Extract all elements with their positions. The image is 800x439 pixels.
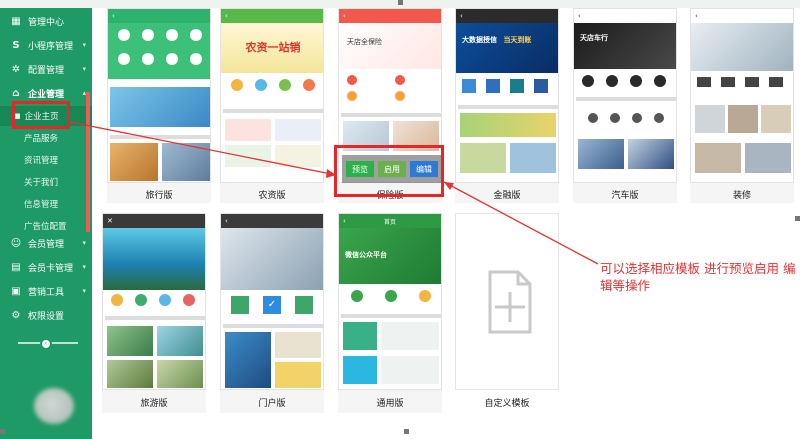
arrow-head-icon <box>326 169 336 178</box>
selection-handle <box>795 216 800 221</box>
selection-handle <box>0 429 5 434</box>
annotation-text: 可以选择相应模板 进行预览启用 编辑等操作 <box>600 261 796 293</box>
arrow-line <box>443 181 599 265</box>
annotation-arrows <box>69 121 599 265</box>
arrow-line <box>69 121 337 176</box>
selection-handle <box>404 429 409 434</box>
selection-handle <box>398 0 403 5</box>
page: ▦ 管理中心 S 小程序管理 ▾ ✲ 配置管理 ▾ ⌂ 企业管理 ▴ ■ 企业主… <box>0 0 800 439</box>
